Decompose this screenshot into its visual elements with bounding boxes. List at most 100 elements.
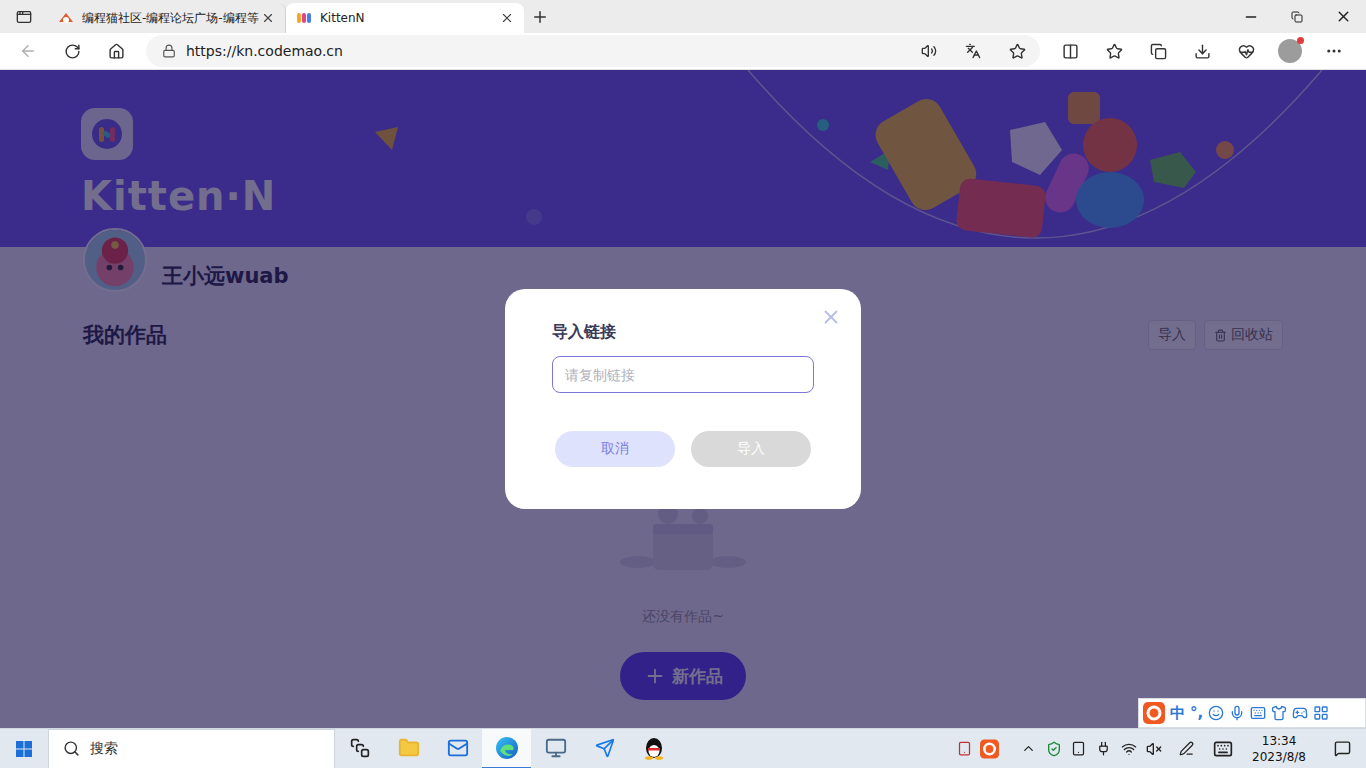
soft-keyboard-icon[interactable]: [1250, 705, 1266, 721]
tray-device[interactable]: [1069, 741, 1088, 756]
collections-button[interactable]: [1140, 35, 1176, 67]
split-screen-icon: [1062, 43, 1079, 60]
pen-icon: [1179, 741, 1194, 756]
toolbox-icon[interactable]: [1313, 705, 1329, 721]
taskbar-search[interactable]: 搜索: [48, 729, 335, 768]
read-aloud-icon: [921, 43, 937, 59]
tab-close-icon[interactable]: [500, 11, 514, 25]
address-bar: https://kn.codemao.cn: [0, 33, 1366, 70]
tab-actions-icon: [16, 9, 32, 25]
tray-expand[interactable]: [1019, 741, 1038, 756]
profile-button[interactable]: [1272, 35, 1308, 67]
favorite-button[interactable]: [1000, 37, 1034, 65]
tablet-icon: [957, 741, 972, 756]
collections-icon: [1150, 43, 1167, 60]
download-icon: [1194, 43, 1211, 60]
refresh-icon: [64, 43, 81, 60]
restore-icon: [1291, 11, 1303, 23]
clock[interactable]: 13:342023/8/8: [1242, 733, 1316, 765]
browser-tab[interactable]: 编程猫社区-编程论坛广场-编程等: [48, 3, 286, 33]
back-arrow-icon: [19, 42, 37, 60]
tray-network[interactable]: [1119, 741, 1138, 757]
tab-actions-button[interactable]: [8, 3, 40, 31]
taskbar-app[interactable]: [384, 729, 433, 768]
more-button[interactable]: [1316, 35, 1352, 67]
windows-start-icon[interactable]: [16, 741, 32, 757]
url-field[interactable]: https://kn.codemao.cn: [146, 35, 1040, 67]
modal-overlay: 导入链接取消导入: [0, 70, 1366, 728]
plus-icon: [531, 8, 549, 26]
voice-icon[interactable]: [1229, 705, 1245, 721]
minimize-icon: [1243, 9, 1259, 25]
home-button[interactable]: [98, 35, 134, 67]
new-tab-button[interactable]: [524, 3, 556, 31]
emoji-icon[interactable]: [1208, 705, 1224, 721]
sogou-logo-icon[interactable]: [1143, 702, 1165, 724]
game-icon[interactable]: [1292, 705, 1308, 721]
ime-punctuation[interactable]: °,: [1190, 704, 1203, 722]
ime-toolbar: 中 °,: [1138, 698, 1366, 728]
refresh-button[interactable]: [54, 35, 90, 67]
taskbar-app[interactable]: [433, 729, 482, 768]
taskbar-app[interactable]: [629, 729, 678, 768]
cancel-button[interactable]: 取消: [555, 431, 675, 467]
kitten-favicon-icon: [296, 10, 312, 26]
system-tray: 13:342023/8/8: [955, 733, 1366, 765]
device-icon: [1071, 741, 1086, 756]
page: Kitten·N王小远wuab我的作品导入回收站还没有作品~新作品导入链接取消导…: [0, 70, 1366, 728]
profile-avatar: [1278, 39, 1302, 63]
translate-icon: [965, 43, 981, 59]
keyboard-icon: [1213, 739, 1233, 759]
restore-button[interactable]: [1274, 0, 1320, 33]
downloads-button[interactable]: [1184, 35, 1220, 67]
import-dialog: 导入链接取消导入: [505, 289, 861, 509]
search-icon: [63, 740, 80, 757]
translate-button[interactable]: [956, 37, 990, 65]
tray-app[interactable]: [955, 741, 974, 756]
dialog-close-button[interactable]: [820, 306, 842, 328]
lock-icon: [162, 44, 176, 58]
tab-close-icon[interactable]: [261, 11, 275, 25]
performance-button[interactable]: [1228, 35, 1264, 67]
file-explorer-icon: [398, 737, 420, 759]
qq-icon: [643, 736, 665, 760]
split-screen-button[interactable]: [1052, 35, 1088, 67]
notification-button[interactable]: [1322, 740, 1362, 757]
desktop: 编程猫社区-编程论坛广场-编程等KittenNhttps://kn.codema…: [0, 0, 1366, 768]
close-icon: [1335, 8, 1352, 25]
tray-power[interactable]: [1094, 741, 1113, 756]
confirm-import-button[interactable]: 导入: [691, 431, 811, 467]
back-button[interactable]: [10, 35, 46, 67]
taskbar-app[interactable]: [335, 729, 384, 768]
star-icon: [1009, 43, 1026, 60]
tray-pen[interactable]: [1177, 741, 1196, 756]
codemao-favicon-icon: [58, 10, 74, 26]
taskbar-app[interactable]: [531, 729, 580, 768]
heart-pulse-icon: [1238, 43, 1255, 60]
sogou-tray-icon[interactable]: [980, 738, 999, 760]
task-view-icon: [350, 738, 370, 758]
tray-security[interactable]: [1044, 741, 1063, 757]
ime-mode[interactable]: 中: [1170, 704, 1185, 723]
taskbar-app[interactable]: [580, 729, 629, 768]
dialog-title: 导入链接: [552, 321, 814, 343]
close-icon: [820, 306, 842, 328]
taskbar-app[interactable]: [482, 729, 531, 768]
taskbar: 搜索 13:342023/8/8: [0, 728, 1366, 768]
tray-volume[interactable]: [1144, 741, 1163, 757]
browser-tab[interactable]: KittenN: [286, 3, 524, 33]
skin-icon[interactable]: [1271, 705, 1287, 721]
notification-icon: [1334, 740, 1351, 757]
start-button[interactable]: [0, 729, 48, 768]
tray-ime[interactable]: [980, 738, 999, 760]
link-input[interactable]: [552, 356, 814, 393]
read-aloud-button[interactable]: [912, 37, 946, 65]
plug-icon: [1096, 741, 1111, 756]
tray-keyboard[interactable]: [1210, 739, 1236, 759]
tab-bar: 编程猫社区-编程论坛广场-编程等KittenN: [0, 0, 1366, 33]
minimize-button[interactable]: [1228, 0, 1274, 33]
favorites-icon: [1106, 43, 1123, 60]
favorites-button[interactable]: [1096, 35, 1132, 67]
close-button[interactable]: [1320, 0, 1366, 33]
remote-desktop-icon: [545, 737, 567, 759]
